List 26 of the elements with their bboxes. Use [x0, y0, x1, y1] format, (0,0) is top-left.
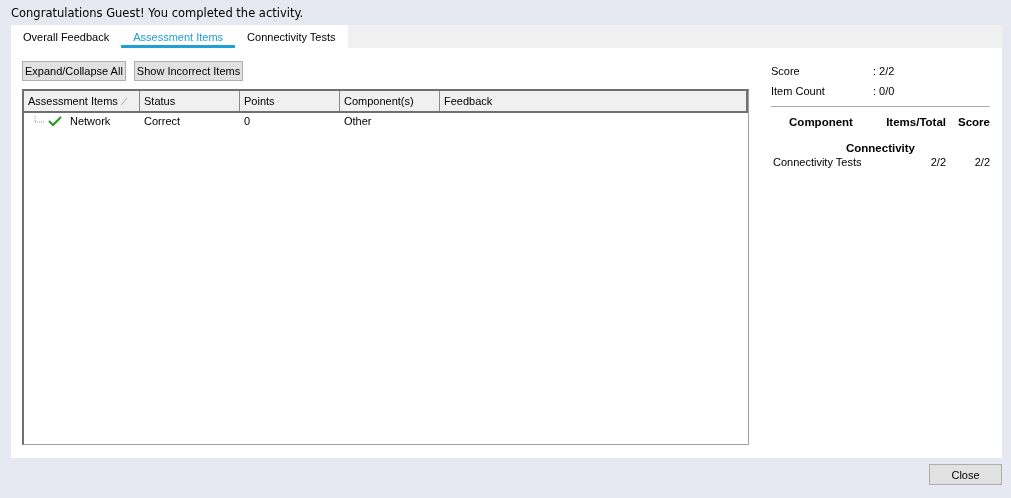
table-cell-text: Correct — [143, 115, 182, 127]
field-label: Score — [771, 65, 801, 77]
sort-icon — [119, 96, 129, 106]
column-header[interactable]: Component(s) — [340, 91, 440, 111]
table-cell-text: Connectivity Tests — [772, 156, 863, 168]
group-title: Connectivity — [845, 142, 916, 154]
column-header: Items/Total — [885, 116, 946, 128]
table-cell-text: Other — [343, 115, 373, 127]
table-cell-text: 0 — [243, 115, 252, 127]
column-header[interactable]: Status — [140, 91, 240, 111]
field-value: : 0/0 — [873, 85, 895, 97]
column-header[interactable]: Feedback — [440, 91, 748, 111]
toolbar-button[interactable]: Expand/Collapse All — [22, 61, 126, 81]
close-button[interactable]: Close — [929, 464, 1002, 485]
table-cell-text: 2/2 — [973, 156, 990, 168]
column-header[interactable]: Assessment Items — [24, 91, 140, 111]
completion-message: Congratulations Guest! You completed the activity. — [11, 5, 305, 22]
column-header[interactable]: Points — [240, 91, 340, 111]
table-cell-text: 2/2 — [929, 156, 946, 168]
toolbar-button[interactable]: Show Incorrect Items — [133, 61, 244, 81]
field-value: : 2/2 — [873, 65, 895, 77]
column-header: Component — [788, 116, 854, 128]
table-cell: Network — [70, 115, 111, 127]
tree-line — [34, 116, 46, 126]
column-header: Score — [957, 116, 990, 128]
field-label: Item Count — [771, 85, 826, 97]
